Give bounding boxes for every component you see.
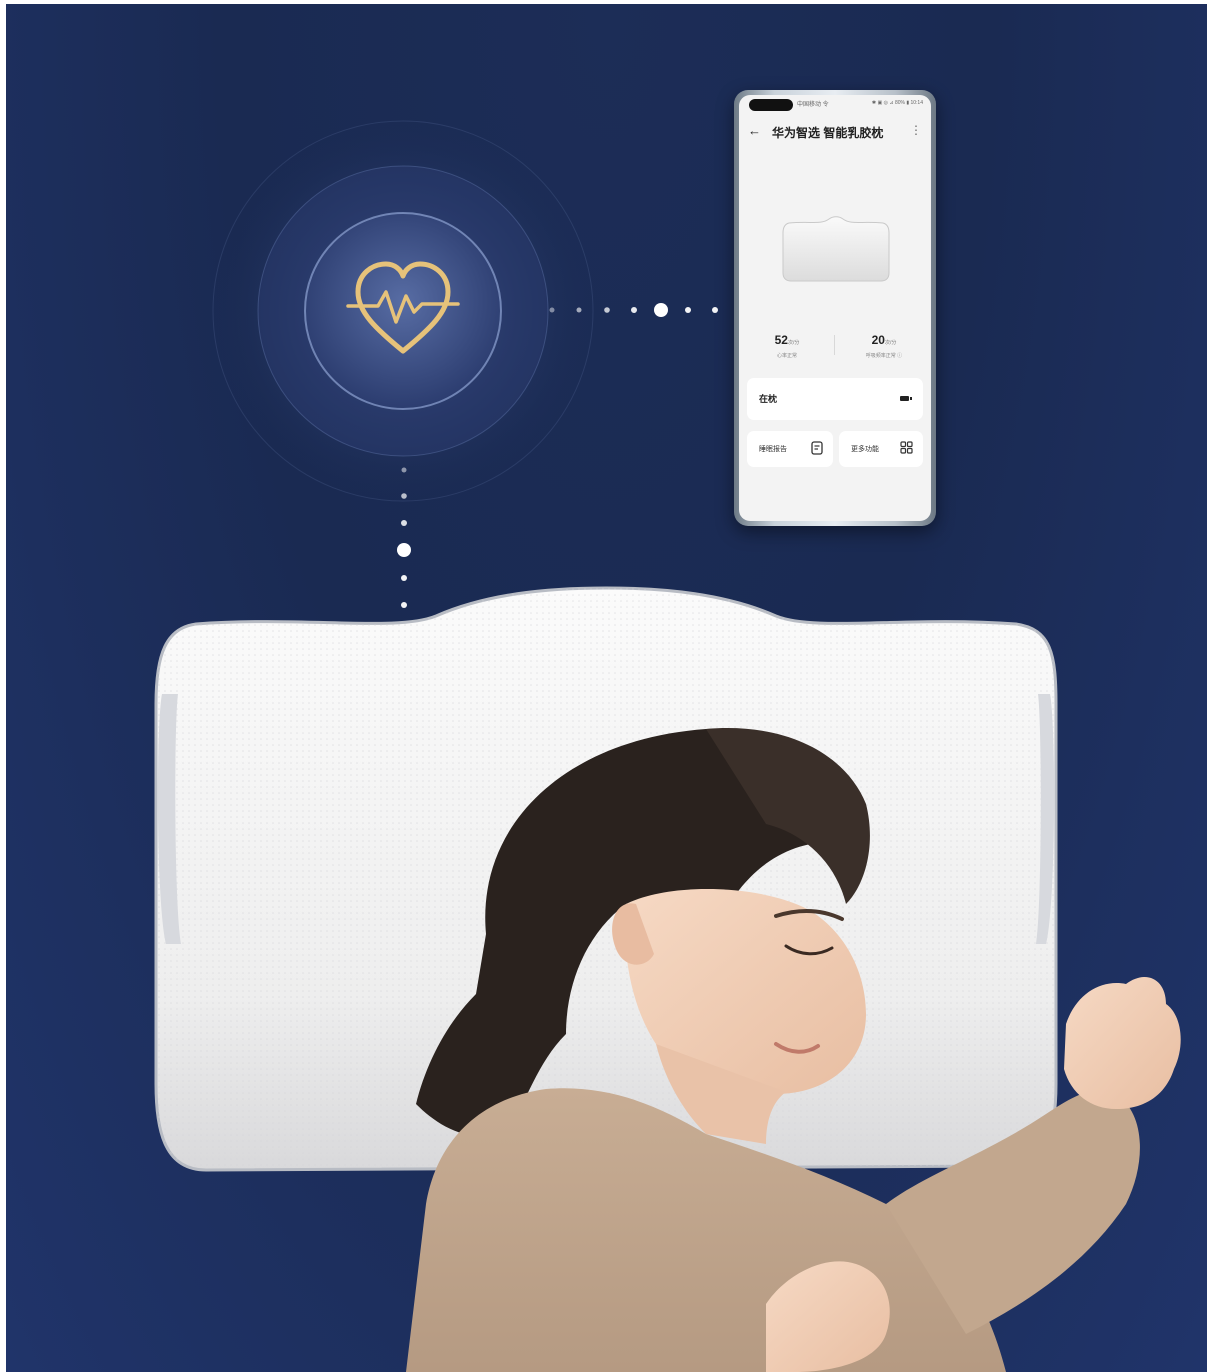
- battery-icon: [900, 396, 912, 401]
- scene-artwork: [154, 120, 1181, 1372]
- heart-rate-value: 52: [774, 333, 788, 347]
- sleep-report-button[interactable]: 睡眠报告: [747, 431, 833, 467]
- heart-rate-unit: 次/分: [787, 340, 800, 346]
- sleeping-woman: [406, 728, 1181, 1372]
- hero-scene: 中国移动 令 ✱ ▣ ◎ ⊿ 80% ▮ 10:14 ← 华为智选 智能乳胶枕 …: [6, 4, 1207, 1372]
- signal-rings: [212, 120, 594, 502]
- device-status-label: 在枕: [759, 394, 778, 404]
- vitals-stats: 52次/分 心率正常 20次/分 呼吸频率正常 ⓘ: [739, 331, 931, 371]
- device-status-card[interactable]: 在枕: [747, 378, 923, 420]
- sleep-report-label: 睡眠报告: [759, 446, 787, 453]
- grid-icon: [900, 441, 913, 454]
- status-indicators: ✱ ▣ ◎ ⊿ 80% ▮ 10:14: [871, 100, 923, 106]
- breathing-rate-value: 20: [871, 333, 885, 347]
- app-title: 华为智选 智能乳胶枕: [772, 126, 884, 140]
- camera-cutout: [749, 99, 793, 111]
- phone-screen: 中国移动 令 ✱ ▣ ◎ ⊿ 80% ▮ 10:14 ← 华为智选 智能乳胶枕 …: [739, 95, 931, 521]
- more-options-icon[interactable]: ⋮: [910, 122, 922, 138]
- breathing-rate-stat: 20次/分 呼吸频率正常 ⓘ: [849, 331, 919, 359]
- pillow-thumbnail: [782, 216, 890, 282]
- more-functions-button[interactable]: 更多功能: [839, 431, 923, 467]
- breathing-rate-unit: 次/分: [884, 340, 897, 346]
- phone-mockup: 中国移动 令 ✱ ▣ ◎ ⊿ 80% ▮ 10:14 ← 华为智选 智能乳胶枕 …: [734, 90, 936, 526]
- breathing-rate-label: 呼吸频率正常 ⓘ: [865, 353, 903, 359]
- stat-divider: [834, 335, 835, 355]
- heart-rate-label: 心率正常: [776, 353, 797, 359]
- status-bar: 中国移动 令 ✱ ▣ ◎ ⊿ 80% ▮ 10:14: [739, 95, 931, 113]
- report-icon: [811, 441, 823, 455]
- app-header: ← 华为智选 智能乳胶枕 ⋮: [739, 121, 931, 145]
- heart-rate-stat: 52次/分 心率正常: [752, 331, 822, 359]
- back-arrow-icon[interactable]: ←: [748, 123, 761, 139]
- more-functions-label: 更多功能: [851, 446, 879, 453]
- status-carrier: 中国移动 令: [797, 102, 829, 108]
